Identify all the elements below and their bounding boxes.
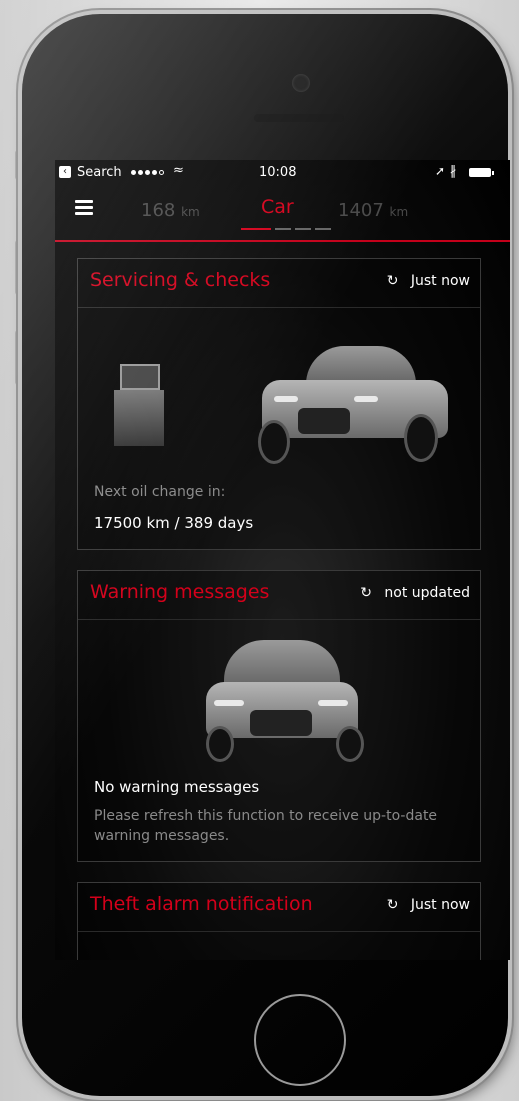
servicing-card-title: Servicing & checks: [90, 269, 271, 291]
warning-messages-card[interactable]: Warning messages ↻ not updated No warnin…: [77, 570, 481, 862]
page-indicator: [241, 228, 331, 230]
home-button[interactable]: [254, 994, 346, 1086]
oil-change-caption: Next oil change in:: [94, 484, 226, 500]
servicing-card-body: Next oil change in: 17500 km / 389 days: [78, 308, 480, 550]
tab-range-left-value: 168: [141, 200, 176, 221]
tab-range-left-unit: km: [181, 205, 200, 219]
tab-range-right-value: 1407: [338, 200, 384, 221]
bluetooth-icon: ∦: [450, 164, 457, 179]
warning-refresh-button[interactable]: ↻ not updated: [360, 585, 470, 601]
servicing-refresh-button[interactable]: ↻ Just now: [387, 273, 470, 289]
theft-card-header: Theft alarm notification ↻ Just now: [78, 883, 480, 932]
theft-refresh-status: Just now: [410, 897, 470, 913]
oil-change-value: 17500 km / 389 days: [94, 514, 254, 532]
refresh-icon: ↻: [360, 585, 372, 601]
battery-icon: [469, 168, 494, 177]
top-navigation: 168 km Car 1407 km: [55, 190, 510, 242]
app-screen: ‹ Search ≈ 10:08 ➚ ∦ 168 km Car 1407 km …: [55, 160, 510, 960]
refresh-icon: ↻: [386, 273, 399, 289]
front-camera: [292, 74, 310, 92]
tab-range-right[interactable]: 1407 km: [338, 200, 408, 221]
cellular-signal-icon: [131, 170, 164, 175]
earpiece-speaker: [254, 114, 344, 122]
diagnostic-cart-illustration: [110, 364, 170, 446]
warning-headline: No warning messages: [94, 778, 260, 796]
refresh-icon: ↻: [386, 897, 399, 913]
servicing-card-header: Servicing & checks ↻ Just now: [78, 259, 480, 308]
warning-description: Please refresh this function to receive …: [94, 808, 438, 844]
menu-icon[interactable]: [75, 200, 93, 218]
back-to-search-link[interactable]: Search: [77, 165, 122, 180]
servicing-card[interactable]: Servicing & checks ↻ Just now Next oil c…: [77, 258, 481, 550]
status-time: 10:08: [259, 165, 297, 180]
status-bar: ‹ Search ≈ 10:08 ➚ ∦: [55, 160, 510, 186]
theft-refresh-button[interactable]: ↻ Just now: [387, 897, 470, 913]
warning-card-header: Warning messages ↻ not updated: [78, 571, 480, 620]
warning-card-title: Warning messages: [90, 581, 270, 603]
theft-card-title: Theft alarm notification: [90, 893, 313, 915]
warning-refresh-status: not updated: [384, 585, 470, 601]
car-front-illustration: [202, 640, 364, 762]
page-background: ‹ Search ≈ 10:08 ➚ ∦ 168 km Car 1407 km …: [0, 0, 519, 1101]
tab-range-right-unit: km: [389, 205, 409, 219]
theft-alarm-card[interactable]: Theft alarm notification ↻ Just now: [77, 882, 481, 960]
wifi-icon: ≈: [173, 163, 184, 178]
tab-car[interactable]: Car: [261, 196, 294, 218]
back-chevron-icon[interactable]: ‹: [59, 166, 71, 178]
location-icon: ➚: [435, 164, 446, 178]
tab-range-left[interactable]: 168 km: [141, 200, 200, 221]
car-illustration: [254, 346, 454, 466]
servicing-refresh-status: Just now: [410, 273, 470, 289]
warning-card-body: No warning messages Please refresh this …: [78, 620, 480, 862]
